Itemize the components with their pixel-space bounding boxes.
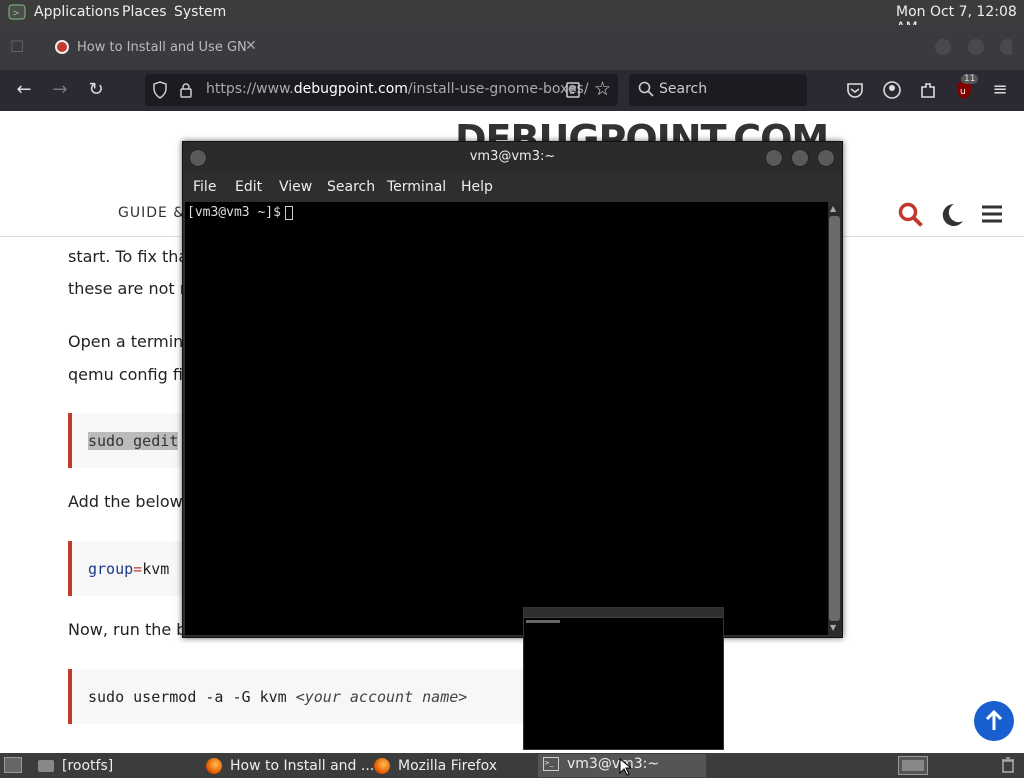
firefox-icon [206,758,222,774]
menu-applications[interactable]: Applications [34,4,120,20]
workspace-active [902,760,924,771]
search-icon [638,81,654,101]
article-text: Now, run the b [68,620,187,639]
terminal-menu-terminal[interactable]: Terminal [387,179,446,195]
hamburger-menu-icon[interactable]: ≡ [988,78,1012,102]
minimize-icon[interactable] [765,149,783,167]
window-preview-thumbnail[interactable] [523,607,724,750]
terminal-title: vm3@vm3:~ [469,149,556,164]
taskbar-label: [rootfs] [62,758,114,774]
mouse-cursor-icon [619,757,633,780]
search-box[interactable]: Search [629,74,807,106]
url-text: https://www.debugpoint.com/install-use-g… [206,81,589,97]
shield-icon[interactable] [152,81,168,103]
preview-menubar [524,608,723,618]
terminal-menu-file[interactable]: File [193,179,216,195]
taskbar-item-firefox[interactable]: Mozilla Firefox [374,756,497,776]
url-path: /install-use-gnome-boxes/ [407,81,589,97]
svg-text:u: u [960,87,966,97]
folder-icon [38,760,54,772]
terminal-window[interactable]: vm3@vm3:~ File Edit View Search Terminal… [182,141,843,638]
ublock-badge: 11 [961,74,979,84]
scroll-down-icon[interactable]: ▼ [830,623,836,632]
taskbar-label: vm3@vm3:~ [567,756,660,772]
show-desktop-icon[interactable] [4,757,22,773]
terminal-titlebar[interactable]: vm3@vm3:~ [183,142,842,172]
terminal-cursor [285,206,293,220]
taskbar-item-firefox-article[interactable]: How to Install and ... [206,756,374,776]
terminal-prompt: [vm3@vm3 ~]$ [187,205,281,220]
extensions-icon[interactable] [916,78,940,102]
code-key: group [88,560,134,578]
close-icon[interactable] [817,149,835,167]
article-text: Open a termin [68,332,184,351]
code-eq: = [133,560,143,578]
article-text: qemu config fi [68,365,183,384]
tab-active[interactable]: How to Install and Use GN ✕ [45,33,263,63]
firefox-icon [374,758,390,774]
site-nav-guides[interactable]: GUIDE & [118,205,185,221]
code-argument: <your account name> [295,688,468,706]
site-menu-icon[interactable] [981,204,1003,228]
site-search-icon[interactable] [898,202,924,232]
code-block: sudo usermod -a -G kvm <your account nam… [68,669,552,724]
taskbar-label: How to Install and ... [230,758,375,774]
code-line: group=kvm [88,560,169,578]
window-menu-icon[interactable] [189,149,207,167]
code-line: sudo usermod -a -G kvm <your account nam… [88,688,467,706]
search-placeholder: Search [659,81,708,97]
terminal-menu-view[interactable]: View [279,179,312,195]
bottom-taskbar: [rootfs] How to Install and ... Mozilla … [0,753,1024,778]
lock-icon[interactable] [179,82,193,102]
tab-close-icon[interactable]: ✕ [245,38,257,54]
tab-list-icon[interactable]: ☐ [10,37,30,57]
url-prefix: https://www. [206,81,294,97]
workspace-switcher[interactable] [898,756,928,775]
account-icon[interactable] [880,78,904,102]
dark-mode-icon[interactable] [940,202,964,232]
preview-prompt-line [526,620,560,623]
scroll-up-icon[interactable]: ▲ [830,204,836,213]
menu-places[interactable]: Places [122,4,167,20]
terminal-menu-help[interactable]: Help [461,179,493,195]
app-menu-icon[interactable]: > [8,4,26,20]
svg-text:>: > [13,8,19,19]
terminal-menu-edit[interactable]: Edit [235,179,262,195]
code-text[interactable]: sudo gedit [88,432,179,450]
terminal-menubar: File Edit View Search Terminal Help [183,172,842,202]
taskbar-label: Mozilla Firefox [398,758,498,774]
forward-icon[interactable]: → [48,78,72,102]
window-controls[interactable] [932,37,1016,57]
article-text: Add the below [68,492,183,511]
maximize-icon[interactable] [791,149,809,167]
reader-view-icon[interactable] [566,82,580,102]
terminal-output[interactable]: [vm3@vm3 ~]$ [185,202,828,635]
pocket-icon[interactable] [843,78,867,102]
terminal-menu-search[interactable]: Search [327,179,375,195]
code-value: kvm [142,560,170,578]
trash-icon[interactable] [1001,757,1015,777]
top-panel: > Applications Places System Mon Oct 7, … [0,0,1024,36]
code-command: sudo usermod -a -G kvm [88,688,296,706]
reload-icon[interactable]: ↻ [84,78,108,102]
url-domain: debugpoint.com [293,81,408,97]
back-icon[interactable]: ← [12,78,36,102]
site-favicon-icon [55,40,69,54]
article-text: these are not r [68,279,187,298]
terminal-icon: >_ [543,757,559,771]
scroll-to-top-button[interactable] [974,701,1014,741]
menu-system[interactable]: System [174,4,226,20]
url-bar[interactable]: https://www.debugpoint.com/install-use-g… [145,74,618,106]
article-text: start. To fix tha [68,247,189,266]
bookmark-star-icon[interactable]: ☆ [594,78,611,100]
scrollbar-thumb[interactable] [829,216,840,621]
tab-title: How to Install and Use GN [77,40,247,55]
terminal-scrollbar[interactable]: ▲ ▼ [828,202,841,635]
taskbar-item-rootfs[interactable]: [rootfs] [38,756,113,776]
